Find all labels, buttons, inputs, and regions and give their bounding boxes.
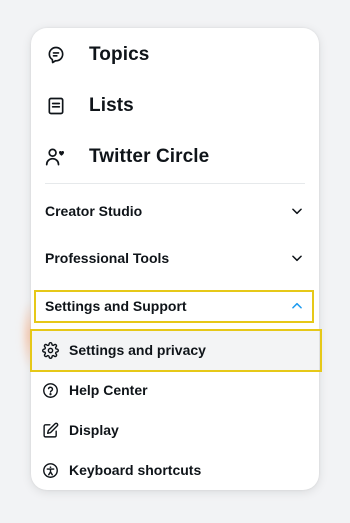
section-creator-studio[interactable]: Creator Studio bbox=[31, 191, 319, 231]
lists-icon bbox=[45, 95, 67, 117]
menu-item-label: Topics bbox=[89, 44, 150, 65]
chevron-down-icon bbox=[289, 203, 305, 219]
sub-item-label: Display bbox=[69, 422, 119, 438]
section-label: Creator Studio bbox=[45, 203, 143, 219]
sub-item-help-center[interactable]: Help Center bbox=[31, 370, 319, 410]
menu-item-label: Lists bbox=[89, 95, 134, 116]
menu-item-topics[interactable]: Topics bbox=[31, 30, 319, 80]
menu-item-twitter-circle[interactable]: Twitter Circle bbox=[31, 132, 319, 182]
menu-divider bbox=[45, 183, 305, 184]
highlight-box-settings-and-privacy bbox=[30, 329, 322, 372]
chevron-down-icon bbox=[289, 250, 305, 266]
section-professional-tools[interactable]: Professional Tools bbox=[31, 238, 319, 278]
sub-item-label: Help Center bbox=[69, 382, 148, 398]
sub-item-display[interactable]: Display bbox=[31, 410, 319, 450]
screenshot-stage: Topics Lists Twitter Circle Creator Stud… bbox=[0, 0, 350, 523]
sub-item-keyboard-shortcuts[interactable]: Keyboard shortcuts bbox=[31, 450, 319, 490]
help-circle-icon bbox=[41, 381, 59, 399]
menu-item-lists[interactable]: Lists bbox=[31, 81, 319, 131]
topics-icon bbox=[45, 44, 67, 66]
accessibility-icon bbox=[41, 461, 59, 479]
display-edit-icon bbox=[41, 421, 59, 439]
menu-item-label: Twitter Circle bbox=[89, 146, 210, 167]
more-menu-panel: Topics Lists Twitter Circle Creator Stud… bbox=[31, 28, 319, 490]
section-label: Professional Tools bbox=[45, 250, 170, 266]
highlight-box-settings-and-support bbox=[34, 290, 314, 323]
twitter-circle-icon bbox=[45, 146, 67, 168]
sub-item-label: Keyboard shortcuts bbox=[69, 462, 202, 478]
